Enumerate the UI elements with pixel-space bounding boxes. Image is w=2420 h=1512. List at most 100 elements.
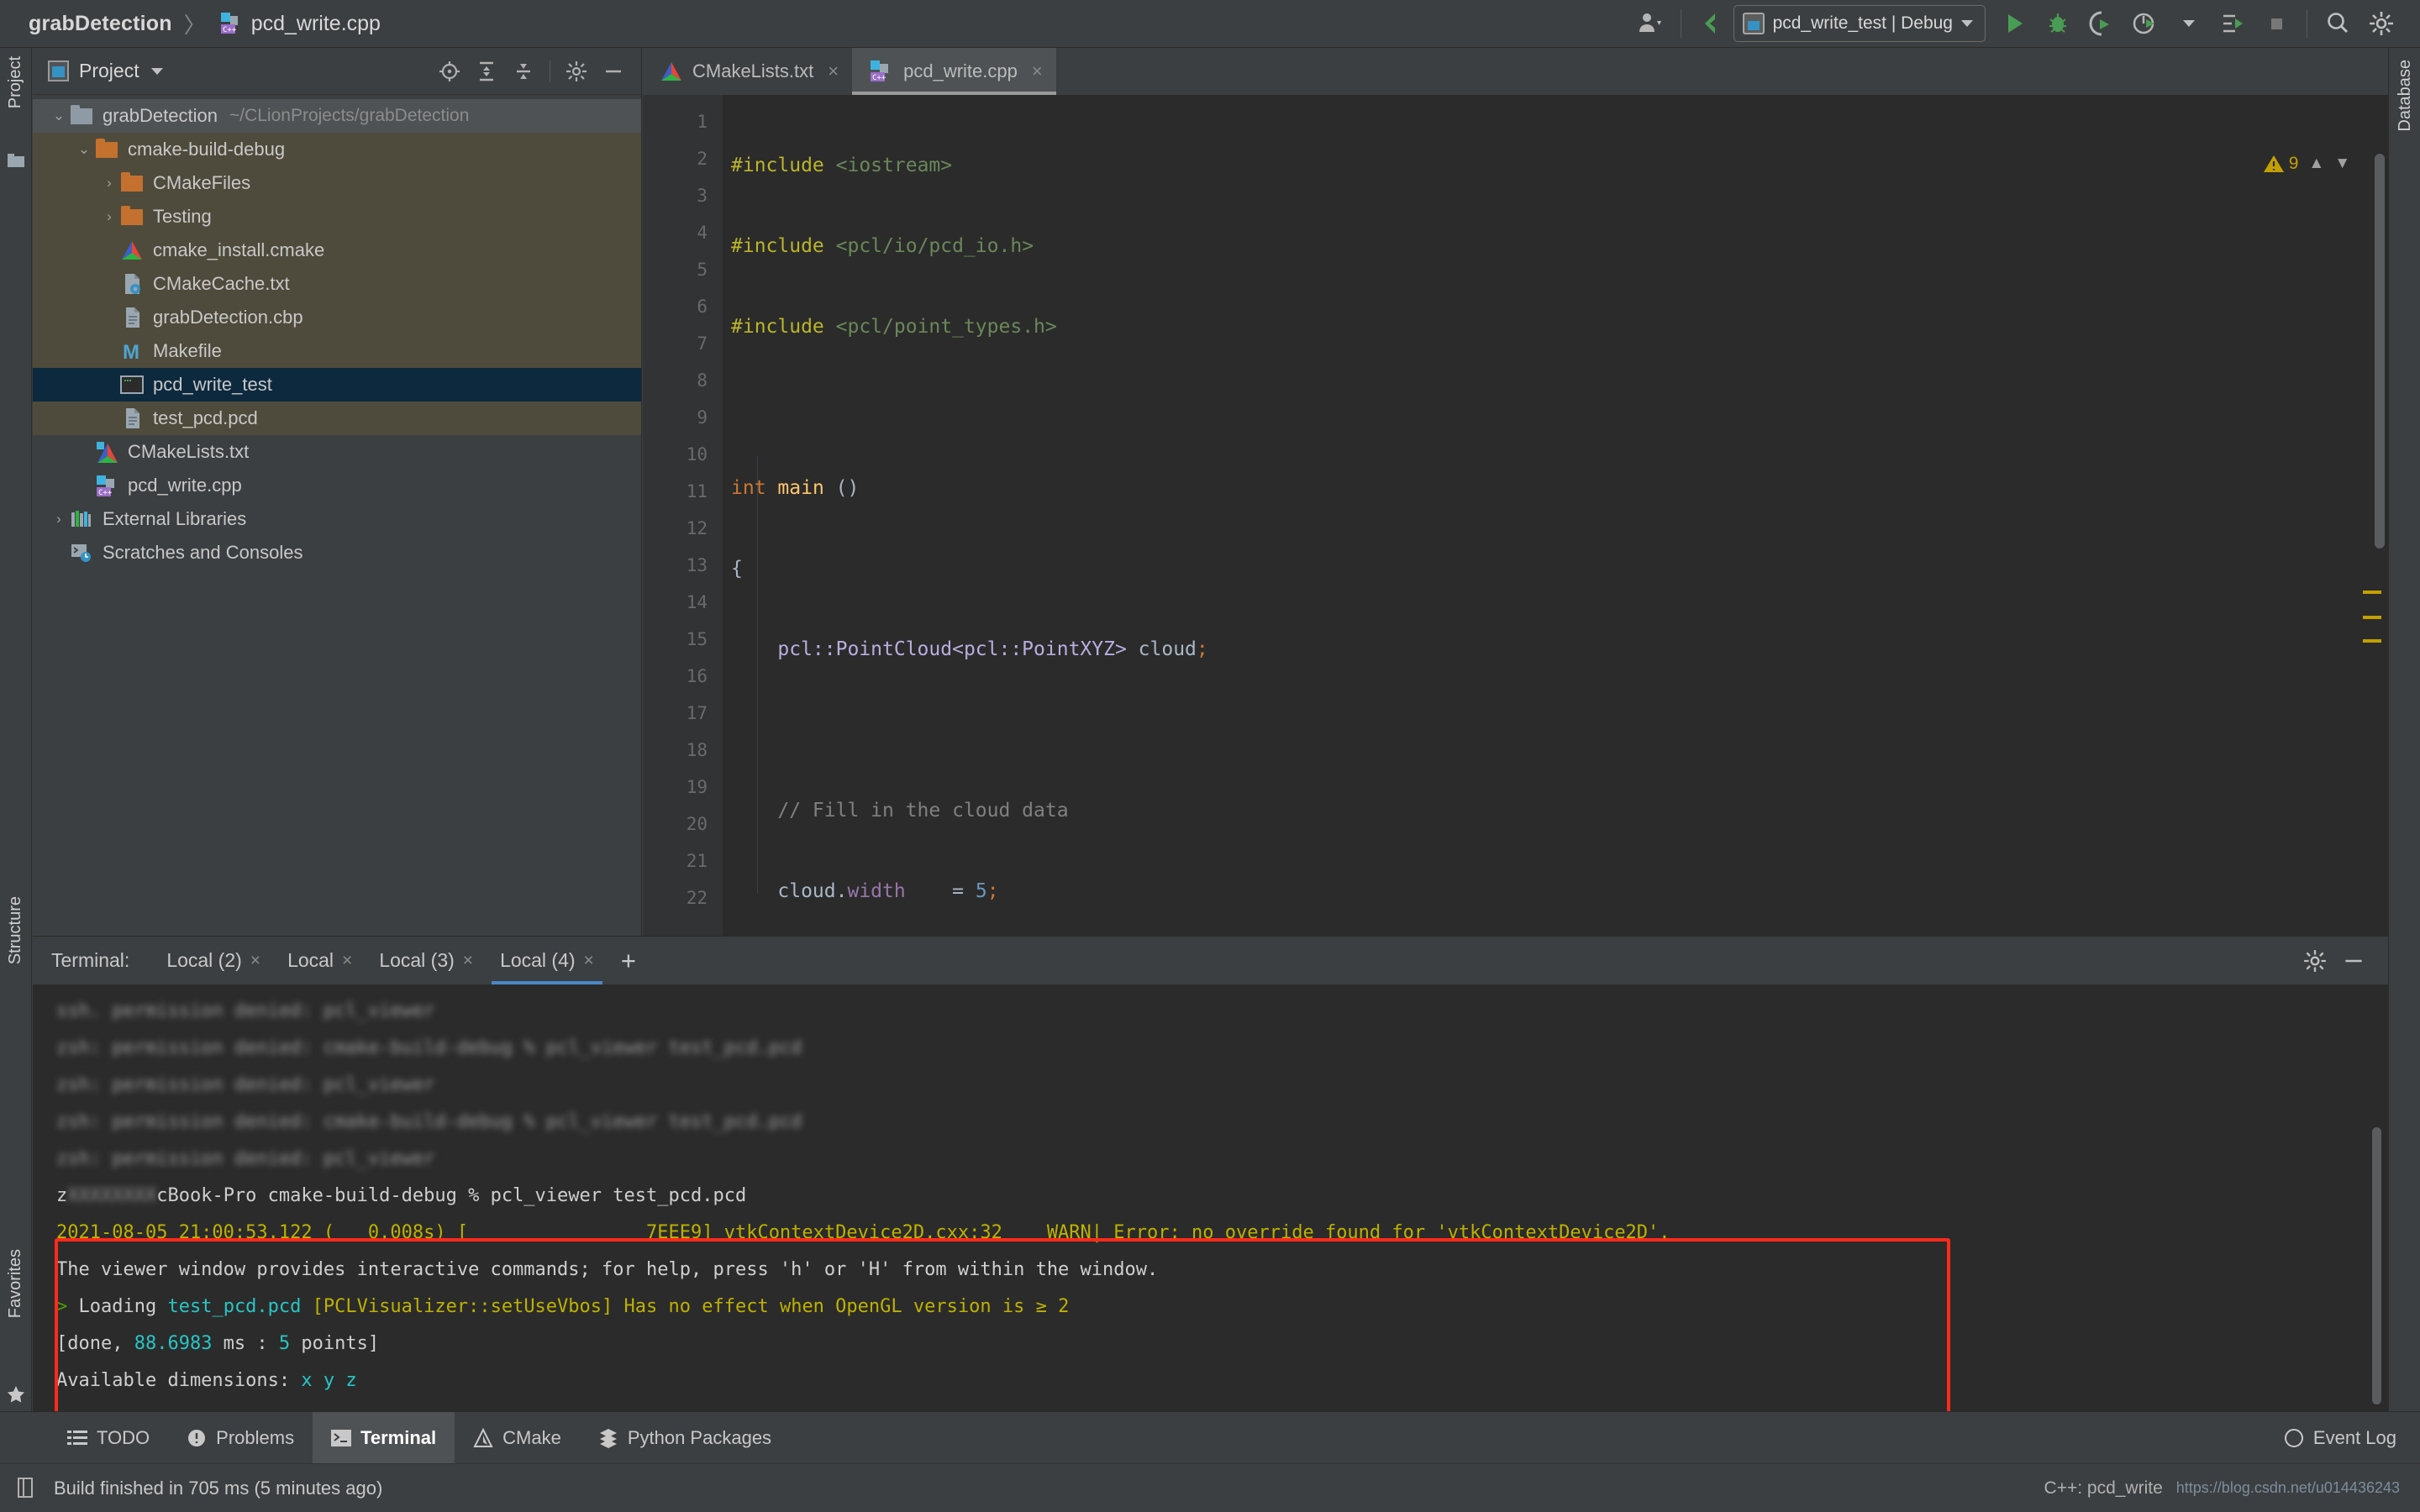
svg-text:C++: C++ <box>98 489 113 497</box>
locate-icon[interactable] <box>434 55 466 87</box>
vcs-update-icon[interactable] <box>1690 2 1733 45</box>
scroll-marker[interactable] <box>2363 591 2381 594</box>
run-configuration-label: pcd_write_test | Debug <box>1773 13 1953 34</box>
bottom-tab-python-packages[interactable]: Python Packages <box>580 1412 790 1464</box>
terminal-scrollbar[interactable] <box>2372 1127 2381 1404</box>
event-log-button[interactable]: Event Log <box>2283 1427 2420 1449</box>
event-log-label: Event Log <box>2313 1427 2396 1449</box>
line-number: 4 <box>643 214 723 251</box>
code-line: #include <pcl/point_types.h> <box>731 308 2388 345</box>
sidebar-item-favorites[interactable]: Favorites <box>6 1249 25 1318</box>
close-icon[interactable]: × <box>1032 60 1043 82</box>
tab-cmakelists[interactable]: CMakeLists.txt × <box>643 48 852 95</box>
add-terminal-tab-button[interactable]: + <box>608 948 650 974</box>
bottom-tool-bar: TODO Problems Terminal <box>0 1411 2420 1463</box>
breadcrumb-project[interactable]: grabDetection <box>29 12 172 36</box>
tree-row-pcd-write-test[interactable]: pcd_write_test <box>33 368 641 402</box>
hide-panel-icon[interactable] <box>597 55 629 87</box>
settings-icon[interactable] <box>2360 2 2403 45</box>
sidebar-item-database[interactable]: Database <box>2396 60 2415 132</box>
scroll-marker[interactable] <box>2363 639 2381 643</box>
collapse-all-icon[interactable] <box>508 55 539 87</box>
tree-row-cmake-install[interactable]: cmake_install.cmake <box>33 234 641 267</box>
terminal-tab-local[interactable]: Local × <box>274 937 366 985</box>
run-icon[interactable] <box>1992 2 2036 45</box>
tree-row-grabdetection[interactable]: ⌄ grabDetection ~/CLionProjects/grabDete… <box>33 99 641 133</box>
status-badge[interactable]: 9 <box>2263 154 2299 174</box>
terminal-tab-local-2[interactable]: Local (2) × <box>153 937 274 985</box>
config-file-icon <box>120 273 145 295</box>
attach-to-process-icon[interactable] <box>2211 2 2254 45</box>
code-content[interactable]: #include <iostream> #include <pcl/io/pcd… <box>723 95 2388 936</box>
watermark: https://blog.csdn.net/u014436243 <box>2176 1479 2400 1497</box>
inspection-widget[interactable]: 9 ▲ ▼ <box>2263 154 2350 174</box>
scroll-marker[interactable] <box>2363 616 2381 619</box>
tab-pcd-write-cpp[interactable]: C++ pcd_write.cpp × <box>852 48 1056 95</box>
terminal-tab-local-3[interactable]: Local (3) × <box>366 937 487 985</box>
stop-icon[interactable] <box>2254 2 2298 45</box>
minimize-icon[interactable] <box>2338 945 2370 977</box>
bottom-tab-terminal[interactable]: Terminal <box>313 1412 455 1464</box>
bottom-tab-todo[interactable]: TODO <box>49 1412 168 1464</box>
code-editor[interactable]: 1 2 3 4 5 6 7 8 9 10 11 12 13 14 15 16 1… <box>643 95 2388 936</box>
chevron-up-icon[interactable]: ▲ <box>2308 155 2324 173</box>
chevron-right-icon[interactable]: › <box>98 175 120 192</box>
chevron-right-icon[interactable]: › <box>98 208 120 225</box>
status-icon[interactable] <box>17 1477 39 1500</box>
tab-label: Local (3) <box>379 949 454 972</box>
chevron-right-icon[interactable]: › <box>48 511 70 528</box>
expand-all-icon[interactable] <box>471 55 502 87</box>
dimensions-value: x y z <box>301 1370 356 1391</box>
line-number: 3 <box>643 177 723 214</box>
breadcrumb-file[interactable]: pcd_write.cpp <box>251 12 381 36</box>
user-icon[interactable] <box>1628 2 1672 45</box>
terminal-line: zsh: permission denied: cmake-build-debu… <box>56 1030 2388 1067</box>
tree-row-scratches-and-consoles[interactable]: Scratches and Consoles <box>33 536 641 570</box>
debug-icon[interactable] <box>2036 2 2080 45</box>
line-number: 15 <box>643 621 723 658</box>
line-number: 6 <box>643 288 723 325</box>
tree-row-test-pcd[interactable]: test_pcd.pcd <box>33 402 641 435</box>
tree-row-testing[interactable]: › Testing <box>33 200 641 234</box>
cpp-file-icon: C++ <box>218 11 243 36</box>
chevron-down-icon[interactable]: ⌄ <box>48 108 70 124</box>
sidebar-item-project[interactable]: Project <box>6 56 25 108</box>
chevron-down-icon[interactable]: ▼ <box>2334 155 2350 173</box>
search-everywhere-icon[interactable] <box>2316 2 2360 45</box>
chevron-down-icon[interactable] <box>151 68 163 75</box>
close-icon[interactable]: × <box>250 951 260 971</box>
loading-text: Loading <box>79 1296 168 1317</box>
bottom-tab-problems[interactable]: Problems <box>168 1412 313 1464</box>
editor-scrollbar[interactable] <box>2375 154 2385 549</box>
close-icon[interactable]: × <box>828 60 839 82</box>
line-number: 16 <box>643 658 723 695</box>
terminal-output[interactable]: ssh. permission denied: pcl_viewer zsh: … <box>33 984 2388 1436</box>
close-icon[interactable]: × <box>463 951 473 971</box>
run-configuration-selector[interactable]: pcd_write_test | Debug <box>1733 5 1986 42</box>
close-icon[interactable]: × <box>584 951 594 971</box>
star-icon[interactable] <box>7 1385 24 1400</box>
tree-row-cmake-build-debug[interactable]: ⌄ cmake-build-debug <box>33 133 641 166</box>
close-icon[interactable]: × <box>342 951 352 971</box>
terminal-line-warning: 2021-08-05 21:00:53.122 ( 0.008s) [ 7EEE… <box>56 1215 2388 1252</box>
tree-row-makefile[interactable]: M Makefile <box>33 334 641 368</box>
bottom-tab-cmake[interactable]: CMake <box>455 1412 580 1464</box>
tree-row-grabdetection-cbp[interactable]: grabDetection.cbp <box>33 301 641 334</box>
run-with-coverage-icon[interactable] <box>2080 2 2123 45</box>
sidebar-item-structure[interactable]: Structure <box>6 896 25 964</box>
profile-icon[interactable] <box>2123 2 2167 45</box>
gear-icon[interactable] <box>560 55 592 87</box>
libraries-icon <box>70 508 95 530</box>
tree-row-external-libraries[interactable]: › External Libraries <box>33 502 641 536</box>
terminal-tab-local-4[interactable]: Local (4) × <box>487 937 608 985</box>
status-language-indicator[interactable]: C++: pcd_write <box>2044 1478 2163 1499</box>
tree-row-cmakefiles[interactable]: › CMakeFiles <box>33 166 641 200</box>
terminal-line-prompt: zXXXXXXXXcBook-Pro cmake-build-debug % p… <box>56 1178 2388 1215</box>
tree-row-cmakecache[interactable]: CMakeCache.txt <box>33 267 641 301</box>
project-folder-icon[interactable] <box>8 154 24 169</box>
tree-row-cmakelists[interactable]: CMakeLists.txt <box>33 435 641 469</box>
gear-icon[interactable] <box>2299 945 2331 977</box>
chevron-down-icon[interactable] <box>2167 2 2211 45</box>
chevron-down-icon[interactable]: ⌄ <box>73 141 95 158</box>
tree-row-pcd-write-cpp[interactable]: C++ pcd_write.cpp <box>33 469 641 502</box>
